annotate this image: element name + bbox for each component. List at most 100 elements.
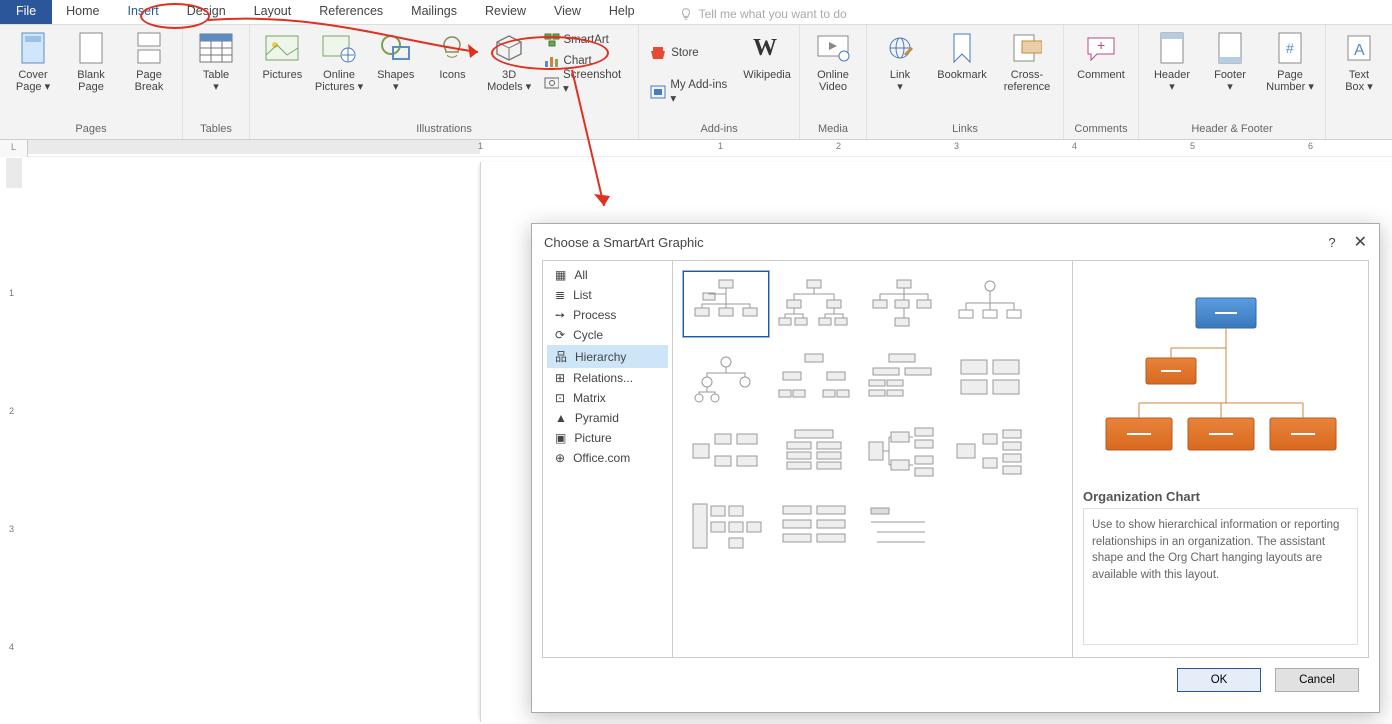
bookmark-icon	[944, 30, 980, 66]
my-addins-button[interactable]: My Add-ins ▾	[645, 81, 737, 102]
close-button[interactable]: ✕	[1354, 232, 1367, 252]
group-hf-label: Header & Footer	[1191, 123, 1272, 137]
page-number-button[interactable]: # Page Number ▾	[1261, 28, 1319, 93]
cat-hierarchy[interactable]: 品Hierarchy	[547, 345, 668, 368]
pictures-button[interactable]: Pictures	[256, 28, 309, 81]
svg-text:+: +	[1097, 37, 1105, 53]
layout-hierarchy-11[interactable]	[859, 419, 945, 485]
layout-gallery	[673, 261, 1072, 657]
layout-hierarchy-6[interactable]	[771, 345, 857, 411]
group-pages-label: Pages	[75, 123, 106, 137]
smartart-dialog: Choose a SmartArt Graphic ? ✕ ▦All ≣List…	[531, 223, 1380, 713]
table-button[interactable]: Table ▾	[189, 28, 243, 93]
icons-button[interactable]: Icons	[426, 28, 479, 81]
group-comments: + Comment Comments	[1064, 25, 1139, 139]
cover-page-button[interactable]: Cover Page ▾	[6, 28, 60, 93]
tab-references[interactable]: References	[305, 0, 397, 24]
cat-pyramid[interactable]: ▲Pyramid	[547, 408, 668, 428]
group-text: A Text Box ▾	[1326, 25, 1392, 139]
relationship-icon: ⊞	[555, 371, 565, 385]
shapes-button[interactable]: Shapes ▾	[369, 28, 422, 93]
help-button[interactable]: ?	[1328, 235, 1335, 250]
online-pictures-button[interactable]: Online Pictures ▾	[313, 28, 366, 93]
cat-list[interactable]: ≣List	[547, 285, 668, 305]
tab-insert[interactable]: Insert	[114, 0, 173, 24]
layout-hierarchy-5[interactable]	[683, 345, 769, 411]
footer-button[interactable]: Footer ▾	[1203, 28, 1257, 93]
blank-page-button[interactable]: Blank Page	[64, 28, 118, 93]
layout-hierarchy-15[interactable]	[859, 493, 945, 559]
ruler-corner[interactable]: L	[0, 140, 28, 157]
link-button[interactable]: Link ▾	[873, 28, 927, 93]
online-video-button[interactable]: Online Video	[806, 28, 860, 93]
header-button[interactable]: Header ▾	[1145, 28, 1199, 93]
cancel-button[interactable]: Cancel	[1275, 668, 1359, 692]
bookmark-button[interactable]: Bookmark	[931, 28, 993, 81]
horizontal-ruler: L 1 1 2 3 4 5 6	[0, 140, 1392, 158]
group-pages: Cover Page ▾ Blank Page Page Break Pages	[0, 25, 183, 139]
process-icon: ➙	[555, 308, 565, 322]
group-media-label: Media	[818, 123, 848, 137]
tab-review[interactable]: Review	[471, 0, 540, 24]
tell-me-search[interactable]: Tell me what you want to do	[679, 0, 847, 24]
layout-hierarchy-13[interactable]	[683, 493, 769, 559]
tab-home[interactable]: Home	[52, 0, 113, 24]
all-icon: ▦	[555, 268, 566, 282]
page-number-icon: #	[1272, 30, 1308, 66]
layout-hierarchy-8[interactable]	[947, 345, 1033, 411]
cross-reference-button[interactable]: Cross- reference	[997, 28, 1057, 93]
addins-icon	[649, 84, 666, 100]
3d-models-button[interactable]: 3D Models ▾	[483, 28, 536, 93]
cat-relationship[interactable]: ⊞Relations...	[547, 368, 668, 388]
cat-matrix[interactable]: ⊡Matrix	[547, 388, 668, 408]
tab-file[interactable]: File	[0, 0, 52, 24]
page-break-icon	[131, 30, 167, 66]
page-break-button[interactable]: Page Break	[122, 28, 176, 93]
group-header-footer: Header ▾ Footer ▾ # Page Number ▾ Header…	[1139, 25, 1326, 139]
ok-button[interactable]: OK	[1177, 668, 1261, 692]
layout-hierarchy-2[interactable]	[771, 271, 857, 337]
icons-icon	[434, 30, 470, 66]
cat-process[interactable]: ➙Process	[547, 305, 668, 325]
svg-text:A: A	[1354, 42, 1365, 59]
group-addins: Store My Add-ins ▾ W Wikipedia Add-ins	[639, 25, 800, 139]
svg-text:#: #	[1286, 40, 1294, 56]
preview-pane: Organization Chart Use to show hierarchi…	[1072, 261, 1368, 657]
svg-text:W: W	[753, 35, 777, 61]
screenshot-button[interactable]: Screenshot ▾	[540, 71, 633, 92]
pyramid-icon: ▲	[555, 411, 567, 425]
layout-hierarchy-3[interactable]	[859, 271, 945, 337]
tab-help[interactable]: Help	[595, 0, 649, 24]
tab-design[interactable]: Design	[173, 0, 240, 24]
online-pictures-icon	[321, 30, 357, 66]
link-icon	[882, 30, 918, 66]
smartart-button[interactable]: SmartArt	[540, 29, 633, 50]
layout-hierarchy-9[interactable]	[683, 419, 769, 485]
tab-layout[interactable]: Layout	[240, 0, 306, 24]
layout-hierarchy-12[interactable]	[947, 419, 1033, 485]
cat-all[interactable]: ▦All	[547, 265, 668, 285]
group-links-label: Links	[952, 123, 978, 137]
hierarchy-icon: 品	[555, 348, 567, 365]
text-box-button[interactable]: A Text Box ▾	[1332, 28, 1386, 93]
group-tables-label: Tables	[200, 123, 232, 137]
cat-office[interactable]: ⊕Office.com	[547, 448, 668, 468]
layout-org-chart[interactable]	[683, 271, 769, 337]
store-button[interactable]: Store	[645, 42, 737, 63]
cube-icon	[491, 30, 527, 66]
text-box-icon: A	[1341, 30, 1377, 66]
comment-button[interactable]: + Comment	[1070, 28, 1132, 81]
tab-view[interactable]: View	[540, 0, 595, 24]
wikipedia-button[interactable]: W Wikipedia	[741, 28, 793, 81]
layout-hierarchy-4[interactable]	[947, 271, 1033, 337]
picture-icon: ▣	[555, 431, 566, 445]
layout-hierarchy-14[interactable]	[771, 493, 857, 559]
group-media: Online Video Media	[800, 25, 867, 139]
cat-cycle[interactable]: ⟳Cycle	[547, 325, 668, 345]
footer-icon	[1212, 30, 1248, 66]
smartart-icon	[544, 33, 560, 47]
layout-hierarchy-10[interactable]	[771, 419, 857, 485]
tab-mailings[interactable]: Mailings	[397, 0, 471, 24]
cat-picture[interactable]: ▣Picture	[547, 428, 668, 448]
layout-hierarchy-7[interactable]	[859, 345, 945, 411]
